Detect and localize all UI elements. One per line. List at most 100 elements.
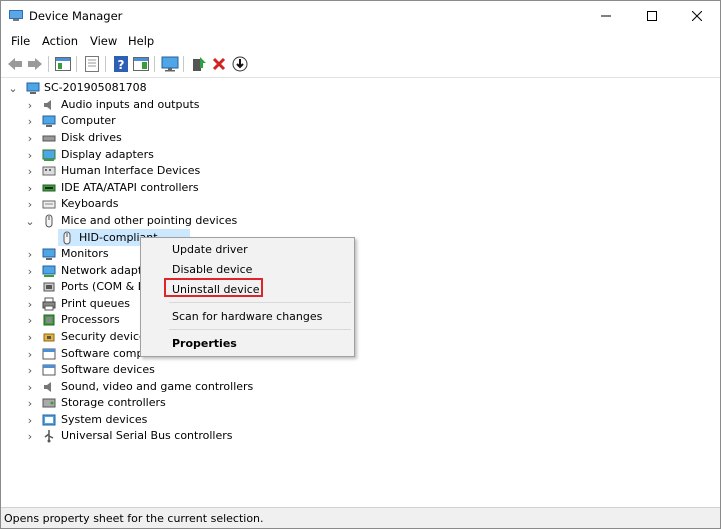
chevron-right-icon[interactable]: › <box>25 182 35 195</box>
tree-item-system[interactable]: › System devices <box>1 412 720 428</box>
tree-item-monitors[interactable]: › Monitors <box>1 246 720 262</box>
tree-item-software-devices[interactable]: › Software devices <box>1 362 720 378</box>
monitor-button[interactable] <box>161 55 179 73</box>
maximize-icon <box>647 11 657 21</box>
chevron-right-icon[interactable]: › <box>25 115 35 128</box>
tree-item-disk-drives[interactable]: › Disk drives <box>1 130 720 146</box>
download-icon <box>232 56 248 72</box>
port-icon <box>43 282 55 292</box>
chevron-right-icon[interactable]: › <box>25 165 35 178</box>
tree-item-processors[interactable]: › Processors <box>1 312 720 328</box>
device-manager-icon <box>9 10 23 21</box>
computer-icon <box>26 82 40 94</box>
chevron-right-icon[interactable]: › <box>25 364 35 377</box>
window-title: Device Manager <box>29 9 123 23</box>
tree-item-label: Disk drives <box>61 131 122 144</box>
toolbar-separator <box>76 56 77 72</box>
tree-item-hid[interactable]: › Human Interface Devices <box>1 163 720 179</box>
tree-item-software-components[interactable]: › Software compone <box>1 346 720 362</box>
mouse-icon <box>63 231 71 245</box>
chevron-right-icon[interactable]: › <box>25 397 35 410</box>
hid-icon <box>42 166 56 176</box>
printer-icon <box>42 297 56 311</box>
download-button[interactable] <box>231 55 249 73</box>
chevron-right-icon[interactable]: › <box>25 331 35 344</box>
chevron-down-icon[interactable]: ⌄ <box>8 82 18 95</box>
action-pane-button[interactable] <box>132 55 150 73</box>
tree-item-ports[interactable]: › Ports (COM & L <box>1 279 720 295</box>
menu-item-update-driver[interactable]: Update driver <box>172 243 248 256</box>
close-icon <box>692 11 702 21</box>
device-manager-window: Device Manager File Action View Help ? ⌄… <box>0 0 721 529</box>
tree-item-print-queues[interactable]: › Print queues <box>1 296 720 312</box>
tree-item-label: Universal Serial Bus controllers <box>61 429 233 442</box>
monitor-icon <box>161 56 179 72</box>
network-adapter-icon <box>42 265 56 277</box>
back-icon <box>8 58 22 70</box>
tree-item-label: Computer <box>61 114 116 127</box>
toolbar-separator <box>154 56 155 72</box>
tree-item-label: Monitors <box>61 247 109 260</box>
tree-item-network[interactable]: › Network adapte <box>1 263 720 279</box>
system-device-icon <box>42 414 56 426</box>
chevron-right-icon[interactable]: › <box>25 265 35 278</box>
tree-item-usb[interactable]: › Universal Serial Bus controllers <box>1 428 720 444</box>
chevron-right-icon[interactable]: › <box>25 348 35 361</box>
chevron-right-icon[interactable]: › <box>25 132 35 145</box>
chevron-right-icon[interactable]: › <box>25 298 35 311</box>
disk-drive-icon <box>42 135 56 142</box>
chevron-right-icon[interactable]: › <box>25 198 35 211</box>
svg-text:?: ? <box>118 58 125 72</box>
tree-item-mice[interactable]: ⌄ Mice and other pointing devices <box>1 213 720 229</box>
uninstall-button[interactable] <box>210 55 228 73</box>
ide-controller-icon <box>42 184 56 192</box>
back-button[interactable] <box>6 55 24 73</box>
chevron-right-icon[interactable]: › <box>25 381 35 394</box>
menu-help[interactable]: Help <box>128 34 154 48</box>
chevron-right-icon[interactable]: › <box>25 314 35 327</box>
close-button[interactable] <box>674 1 720 31</box>
chevron-right-icon[interactable]: › <box>25 430 35 443</box>
menu-file[interactable]: File <box>11 34 30 48</box>
menu-item-properties[interactable]: Properties <box>172 337 237 350</box>
chevron-right-icon[interactable]: › <box>25 99 35 112</box>
menu-view[interactable]: View <box>90 34 117 48</box>
menu-separator <box>169 329 351 330</box>
menu-action[interactable]: Action <box>42 34 78 48</box>
tree-item-hid-compliant[interactable]: HID-compliant <box>1 229 720 246</box>
menu-item-disable-device[interactable]: Disable device <box>172 263 252 276</box>
tree-root[interactable]: ⌄ SC-201905081708 <box>1 80 720 96</box>
keyboard-icon <box>42 200 56 209</box>
tree-item-security[interactable]: › Security devices <box>1 329 720 345</box>
help-icon: ? <box>114 56 128 72</box>
chevron-down-icon[interactable]: ⌄ <box>25 215 35 228</box>
tree-item-keyboards[interactable]: › Keyboards <box>1 196 720 212</box>
tree-item-label: Network adapte <box>61 264 149 277</box>
maximize-button[interactable] <box>629 1 675 31</box>
menu-item-uninstall-device[interactable]: Uninstall device <box>172 283 260 296</box>
show-hide-tree-button[interactable] <box>54 55 72 73</box>
tree-item-computer[interactable]: › Computer <box>1 113 720 129</box>
forward-button[interactable] <box>26 55 44 73</box>
tree-item-label: IDE ATA/ATAPI controllers <box>61 181 199 194</box>
tree-item-label: Human Interface Devices <box>61 164 201 177</box>
computer-icon <box>42 115 56 127</box>
chevron-right-icon[interactable]: › <box>25 414 35 427</box>
update-driver-button[interactable] <box>190 55 208 73</box>
chevron-right-icon[interactable]: › <box>25 281 35 294</box>
menu-item-scan-hardware[interactable]: Scan for hardware changes <box>172 310 322 323</box>
chevron-right-icon[interactable]: › <box>25 149 35 162</box>
context-menu: Update driver Disable device Uninstall d… <box>140 237 355 357</box>
help-button[interactable]: ? <box>112 55 130 73</box>
tree-item-display-adapters[interactable]: › Display adapters <box>1 147 720 163</box>
tree-item-sound[interactable]: › Sound, video and game controllers <box>1 379 720 395</box>
processor-icon <box>43 314 55 326</box>
tree-item-storage[interactable]: › Storage controllers <box>1 395 720 411</box>
properties-button[interactable] <box>83 55 101 73</box>
minimize-button[interactable] <box>583 1 629 31</box>
tree-item-audio[interactable]: › Audio inputs and outputs <box>1 97 720 113</box>
uninstall-icon <box>212 57 226 71</box>
storage-controller-icon <box>42 398 56 408</box>
tree-item-ide[interactable]: › IDE ATA/ATAPI controllers <box>1 180 720 196</box>
chevron-right-icon[interactable]: › <box>25 248 35 261</box>
